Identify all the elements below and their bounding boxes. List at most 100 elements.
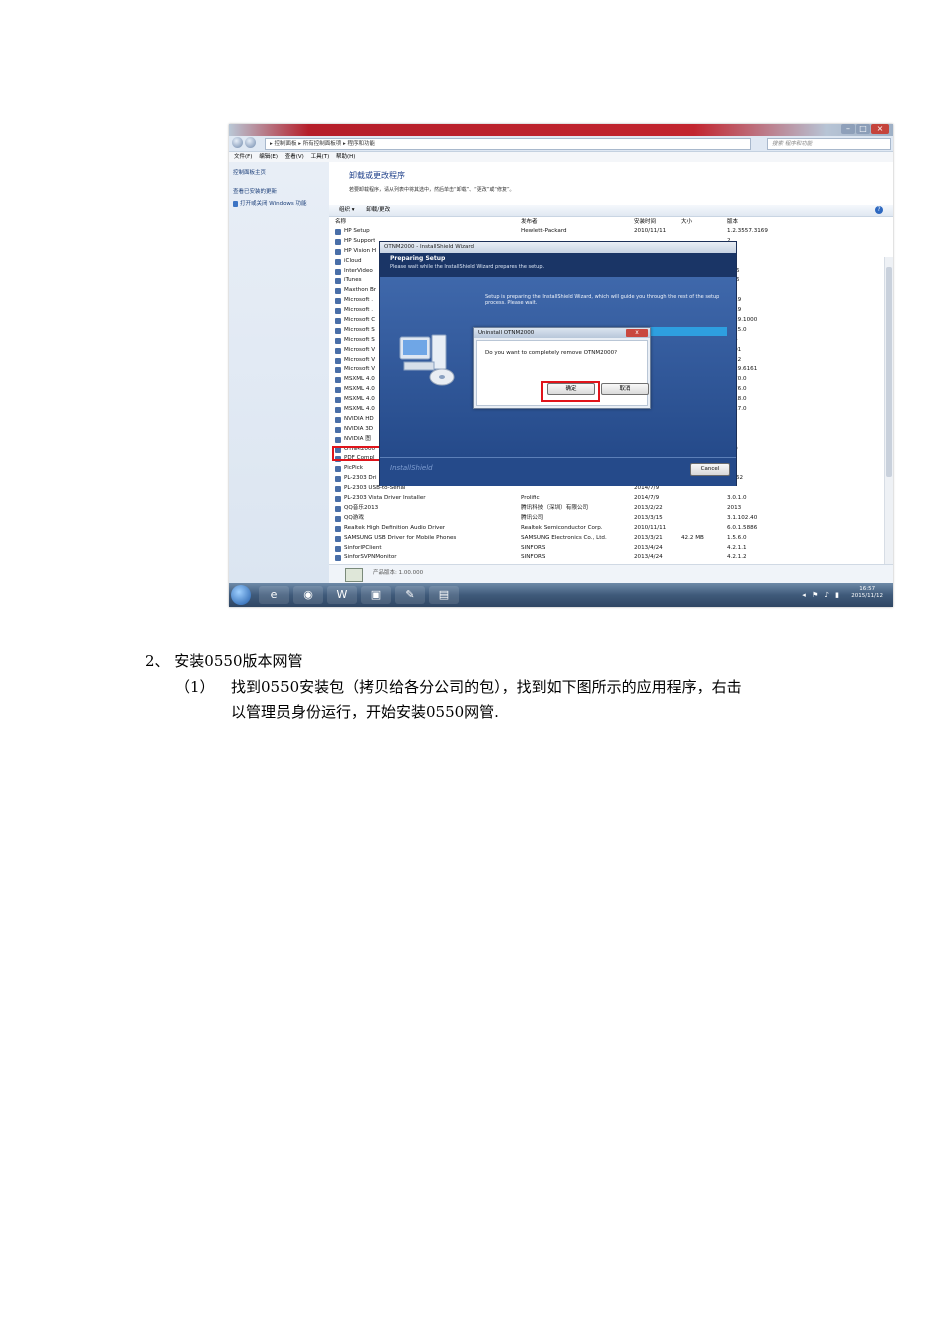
table-row[interactable]: Realtek High Definition Audio Driver Real…: [329, 524, 889, 534]
cell-name: PL-2303 Dri: [344, 475, 377, 482]
table-row[interactable]: SinforIPClient SINFORS 2013/4/24 4.2.1.1: [329, 544, 889, 554]
wizard-cancel-button[interactable]: Cancel: [690, 463, 730, 476]
cell-date: 2014/7/9: [634, 495, 660, 502]
search-input[interactable]: 搜索 程序和功能: [767, 138, 891, 150]
organize-button[interactable]: 组织 ▾: [339, 207, 355, 213]
cell-publisher: Prolific: [521, 495, 540, 502]
program-icon: [335, 525, 341, 532]
cell-name: QQ游戏: [344, 514, 364, 521]
cell-name: SinforSVPNMonitor: [344, 554, 397, 561]
wizard-title: OTNM2000 - InstallShield Wizard: [380, 242, 736, 253]
cell-publisher: Hewlett-Packard: [521, 228, 567, 234]
program-icon: [335, 377, 341, 384]
cell-name: Microsoft V: [344, 346, 376, 353]
cell-name: NVIDIA 3D: [344, 425, 374, 432]
table-row[interactable]: PL-2303 Vista Driver Installer Prolific 20…: [329, 494, 889, 504]
program-icon: [335, 298, 341, 305]
computer-icon: [399, 334, 455, 386]
cell-version: 2013: [727, 504, 742, 511]
cell-name: HP Setup: [344, 228, 370, 234]
dialog-close-button[interactable]: x: [626, 329, 648, 337]
table-row[interactable]: QQ音乐2013 腾讯科技（深圳）有限公司 2013/2/22 2013: [329, 504, 889, 514]
uninstall-change-button[interactable]: 卸载/更改: [366, 207, 390, 213]
forward-icon[interactable]: [245, 137, 256, 148]
page-subtitle: 若要卸载程序，请从列表中将其选中，然后单击“卸载”、“更改”或“修复”。: [349, 187, 515, 193]
cell-publisher: SINFORS: [521, 544, 546, 551]
screenshot-figure: – □ × ▸ 控制面板 ▸ 所有控制面板项 ▸ 程序和功能 搜索 程序和功能 …: [229, 124, 893, 607]
installer-icon[interactable]: ▤: [429, 586, 459, 604]
cell-name: Microsoft S: [344, 336, 375, 343]
col-version[interactable]: 版本: [727, 217, 738, 227]
minimize-button[interactable]: –: [841, 124, 855, 134]
cell-name: MSXML 4.0: [344, 396, 375, 403]
wizard-head-sub: Please wait while the InstallShield Wiza…: [390, 264, 545, 270]
menu-help[interactable]: 帮助(H): [336, 154, 355, 160]
cell-publisher: SINFORS: [521, 554, 546, 561]
program-icon: [335, 505, 341, 512]
highlight-ok-button: [541, 381, 600, 402]
link-windows-features[interactable]: 打开或关闭 Windows 功能: [233, 199, 329, 207]
col-publisher[interactable]: 发布者: [521, 217, 538, 227]
wizard-message: Setup is preparing the InstallShield Wiz…: [485, 294, 720, 306]
back-icon[interactable]: [232, 137, 243, 148]
program-icon: [335, 327, 341, 334]
cell-name: MSXML 4.0: [344, 386, 375, 393]
explorer-icon[interactable]: ▣: [361, 586, 391, 604]
left-pane: 控制面板主页 查看已安装的更新 打开或关闭 Windows 功能: [229, 162, 329, 583]
col-name[interactable]: 名称: [335, 217, 346, 227]
close-button[interactable]: ×: [871, 124, 889, 134]
col-size[interactable]: 大小: [681, 217, 692, 227]
menu-file[interactable]: 文件(F): [234, 154, 252, 160]
ie-icon[interactable]: e: [259, 586, 289, 604]
cell-name: SinforIPClient: [344, 544, 382, 551]
cell-publisher: 腾讯科技（深圳）有限公司: [521, 504, 589, 511]
menu-view[interactable]: 查看(V): [285, 154, 304, 160]
scrollbar[interactable]: [884, 257, 893, 602]
table-row[interactable]: QQ游戏 腾讯公司 2013/3/15 3.1.102.40: [329, 514, 889, 524]
program-icon: [335, 337, 341, 344]
cell-name: Microsoft V: [344, 366, 376, 373]
cell-publisher: SAMSUNG Electronics Co., Ltd.: [521, 534, 607, 541]
cell-name: MSXML 4.0: [344, 376, 375, 383]
link-control-panel-home[interactable]: 控制面板主页: [233, 168, 329, 176]
program-icon: [335, 416, 341, 423]
system-tray-icons[interactable]: ◂ ⚑ ♪ ▮: [802, 591, 841, 599]
program-icon: [335, 357, 341, 364]
cell-name: Microsoft S: [344, 326, 375, 333]
wizard-head-title: Preparing Setup: [390, 255, 446, 262]
cell-date: 2010/11/11: [634, 524, 667, 531]
program-icon: [335, 486, 341, 493]
help-icon[interactable]: ?: [875, 206, 883, 214]
table-row[interactable]: SinforSVPNMonitor SINFORS 2013/4/24 4.2.1.2: [329, 553, 889, 563]
cell-name: HP Vision H: [344, 247, 377, 254]
chrome-icon[interactable]: ◉: [293, 586, 323, 604]
cell-date: 2013/4/24: [634, 544, 663, 551]
page-title: 卸载或更改程序: [349, 171, 405, 180]
program-icon: [335, 367, 341, 374]
table-row[interactable]: HP Setup Hewlett-Packard 2010/11/11 1.2.355…: [329, 227, 889, 237]
wizard-footer: InstallShield Cancel: [380, 457, 736, 486]
installshield-brand: InstallShield: [390, 464, 433, 472]
dialog-message: Do you want to completely remove OTNM200…: [485, 350, 618, 356]
cell-name: iCloud: [344, 257, 362, 264]
table-row[interactable]: SAMSUNG USB Driver for Mobile Phones SAMS…: [329, 534, 889, 544]
address-field[interactable]: ▸ 控制面板 ▸ 所有控制面板项 ▸ 程序和功能: [265, 138, 751, 150]
paint-icon[interactable]: ✎: [395, 586, 425, 604]
cell-date: 2013/2/22: [634, 504, 663, 511]
clock[interactable]: 16:57 2015/11/12: [851, 586, 883, 600]
dialog-cancel-button[interactable]: 取消: [601, 383, 649, 395]
maximize-button[interactable]: □: [856, 124, 870, 134]
shield-icon: [233, 200, 238, 207]
program-icon: [335, 436, 341, 443]
word-icon[interactable]: W: [327, 586, 357, 604]
start-button-icon[interactable]: [231, 585, 251, 605]
program-icon: [335, 476, 341, 483]
col-date[interactable]: 安装时间: [634, 217, 656, 227]
menu-tools[interactable]: 工具(T): [311, 154, 330, 160]
link-installed-updates[interactable]: 查看已安装的更新: [233, 187, 329, 195]
menu-edit[interactable]: 编辑(E): [259, 154, 278, 160]
cell-publisher: Realtek Semiconductor Corp.: [521, 524, 603, 531]
cell-name: NVIDIA 图: [344, 435, 371, 442]
program-icon: [335, 397, 341, 404]
scrollbar-thumb[interactable]: [886, 267, 892, 477]
